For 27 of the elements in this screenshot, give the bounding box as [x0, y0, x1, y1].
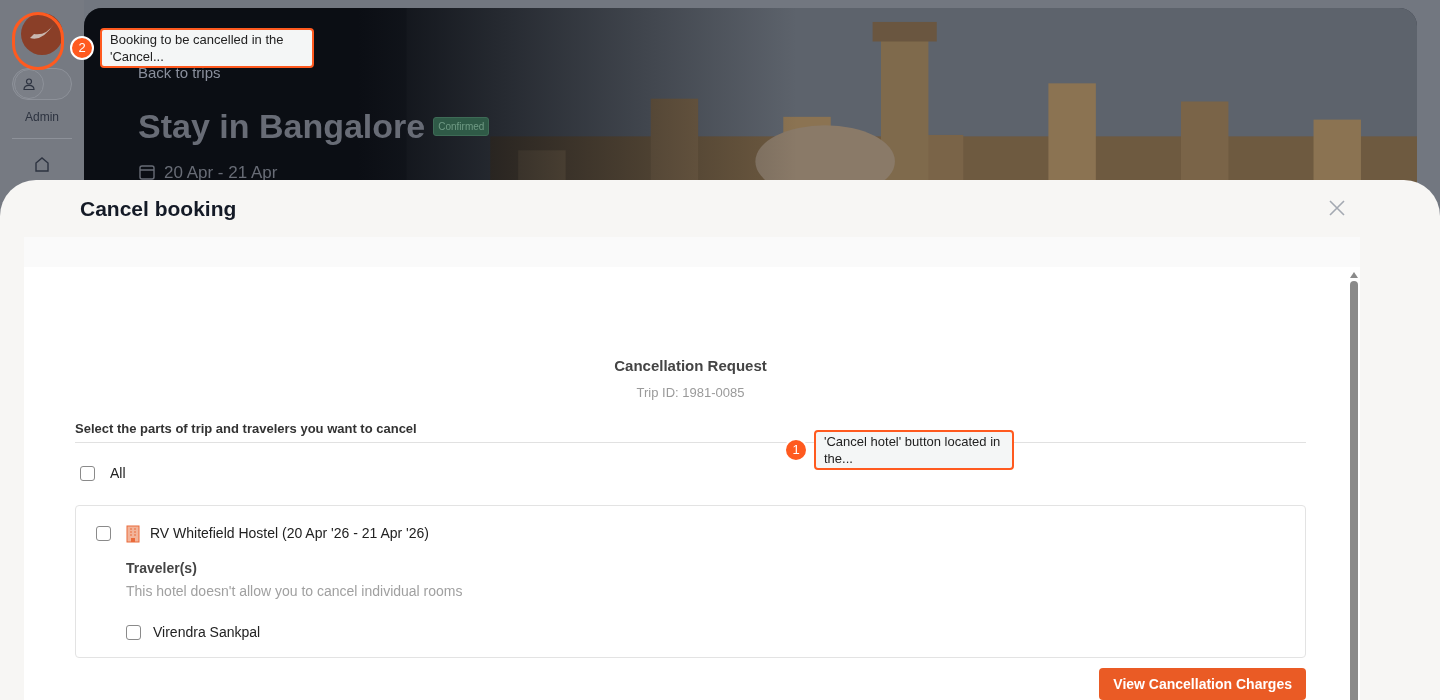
travelers-note: This hotel doesn't allow you to cancel individual rooms — [126, 582, 463, 601]
callout-tooltip: Booking to be cancelled in the 'Cancel... — [100, 28, 314, 68]
traveler-name: Virendra Sankpal — [153, 623, 261, 642]
user-icon — [22, 77, 36, 91]
trip-dates: 20 Apr - 21 Apr — [164, 161, 278, 184]
trip-id: Trip ID: 1981-0085 — [636, 384, 745, 402]
instruction-text: Select the parts of trip and travelers you want to cancel — [75, 419, 417, 438]
home-icon[interactable] — [33, 155, 51, 173]
view-charges-button[interactable]: View Cancellation Charges — [1099, 668, 1306, 700]
highlight-ring — [12, 12, 64, 70]
trip-title: Stay in Bangalore — [138, 105, 426, 147]
request-heading: Cancellation Request — [614, 355, 767, 376]
checkbox[interactable] — [96, 526, 111, 541]
checkbox[interactable] — [126, 625, 141, 640]
role-toggle[interactable] — [12, 68, 72, 100]
scrollbar-thumb[interactable] — [1350, 280, 1358, 700]
callout-tooltip: 'Cancel hotel' button located in the... — [814, 430, 1014, 470]
all-label: All — [110, 464, 126, 483]
calendar-icon — [138, 163, 156, 182]
building-icon — [126, 524, 140, 543]
travelers-heading: Traveler(s) — [126, 559, 197, 578]
sheet-title: Cancel booking — [80, 195, 237, 222]
user-role: Admin — [25, 109, 59, 126]
close-button[interactable] — [1328, 199, 1346, 218]
checkbox[interactable] — [80, 466, 95, 481]
booking-name: RV Whitefield Hostel (20 Apr '26 - 21 Apr '26) — [150, 524, 429, 543]
scroll-up-icon[interactable] — [1350, 271, 1358, 278]
